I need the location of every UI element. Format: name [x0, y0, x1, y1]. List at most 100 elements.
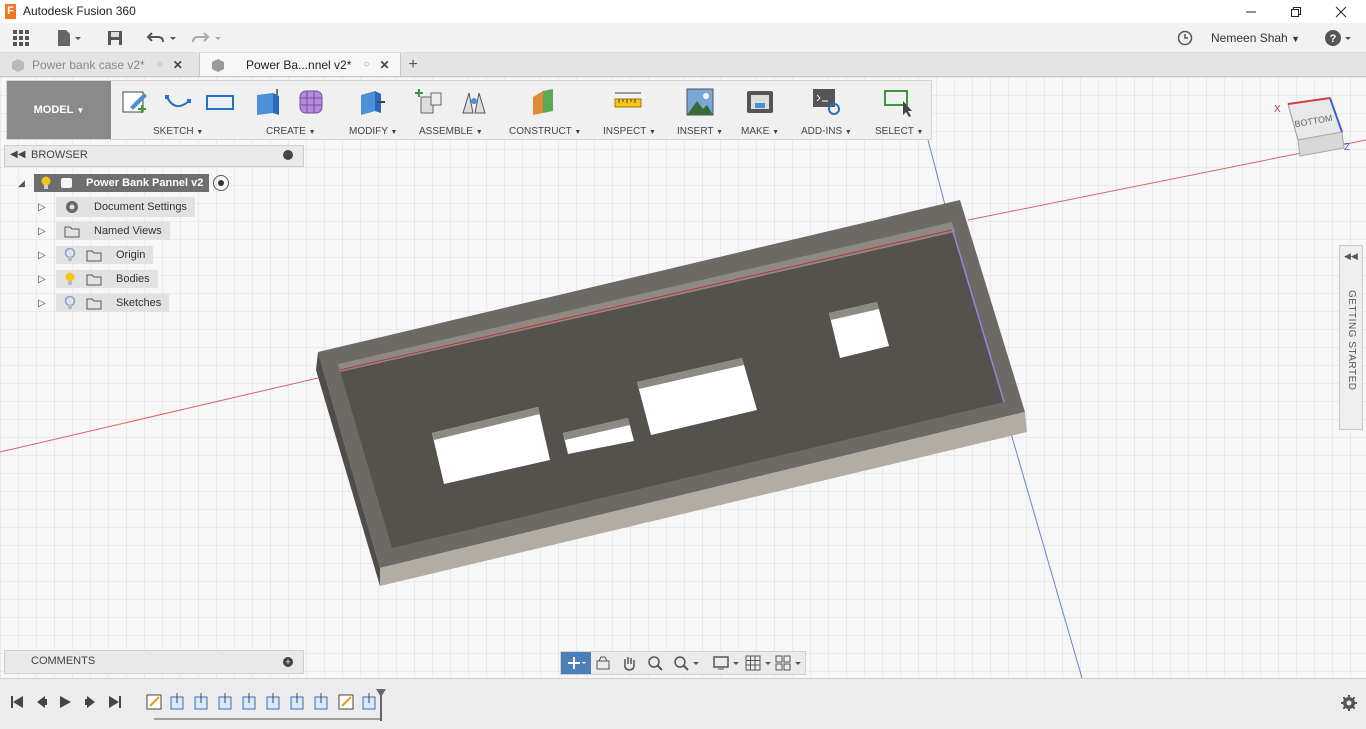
- undo-button[interactable]: [144, 23, 180, 52]
- display-settings-button[interactable]: [713, 655, 741, 674]
- close-window-button[interactable]: [1318, 0, 1364, 23]
- app-logo: F: [5, 4, 16, 19]
- clock-icon: [1177, 30, 1193, 45]
- expand-arrow-icon[interactable]: ▷: [38, 274, 56, 285]
- select-group[interactable]: SELECT ▼: [869, 81, 929, 139]
- folder-icon: [86, 274, 102, 286]
- pan-button[interactable]: [621, 655, 637, 674]
- expand-arrow-icon[interactable]: ◢: [18, 178, 34, 189]
- create-label: CREATE: [266, 126, 306, 137]
- step-forward-button[interactable]: [84, 695, 98, 712]
- folder-icon: [86, 250, 102, 262]
- line-icon: [165, 95, 191, 108]
- look-at-icon: [596, 656, 610, 670]
- comments-panel[interactable]: COMMENTS +: [4, 650, 304, 674]
- view-cube[interactable]: X Z BOTTOM: [1268, 92, 1358, 162]
- skip-back-icon: [11, 696, 23, 708]
- restore-icon: [1291, 6, 1301, 17]
- timeline-extrude-icon[interactable]: [266, 693, 280, 710]
- expand-arrow-icon[interactable]: ▷: [38, 202, 56, 213]
- create-sketch-icon: [122, 91, 147, 113]
- minimize-button[interactable]: [1228, 0, 1274, 23]
- data-panel-button[interactable]: [8, 23, 34, 52]
- file-menu-button[interactable]: [52, 23, 86, 52]
- timeline-extrude-icon[interactable]: [314, 693, 328, 710]
- timeline-sketch-icon[interactable]: [338, 694, 354, 710]
- timeline-sketch-icon[interactable]: [146, 694, 162, 710]
- expand-arrow-icon[interactable]: ▷: [38, 226, 56, 237]
- undo-icon: [146, 31, 176, 42]
- sketch-group[interactable]: SKETCH ▼: [115, 81, 241, 139]
- grid-settings-button[interactable]: [745, 655, 773, 674]
- save-button[interactable]: [104, 23, 126, 52]
- browser-item-named-views[interactable]: ▷ Named Views: [38, 221, 170, 241]
- collapse-panel-icon[interactable]: ◀◀: [10, 149, 25, 160]
- timeline-settings-button[interactable]: [1340, 694, 1358, 715]
- lightbulb-icon[interactable]: [64, 248, 76, 262]
- browser-root-row[interactable]: ◢ Power Bank Pannel v2: [18, 173, 230, 193]
- browser-item-document-settings[interactable]: ▷ Document Settings: [38, 197, 195, 217]
- go-to-end-button[interactable]: [108, 695, 122, 712]
- redo-button[interactable]: [188, 23, 224, 52]
- step-back-button[interactable]: [34, 695, 48, 712]
- add-comment-icon[interactable]: +: [283, 657, 293, 667]
- expand-arrow-icon[interactable]: ▷: [38, 250, 56, 261]
- timeline-extrude-icon[interactable]: [362, 693, 376, 710]
- select-icon: [884, 90, 912, 117]
- tree-label: Origin: [116, 249, 146, 261]
- play-button[interactable]: [58, 695, 72, 712]
- timeline-extrude-icon[interactable]: [290, 693, 304, 710]
- lightbulb-icon[interactable]: [64, 272, 76, 286]
- construct-group[interactable]: CONSTRUCT ▼: [503, 81, 585, 139]
- timeline-features[interactable]: [144, 687, 394, 723]
- hand-icon: [624, 657, 635, 671]
- getting-started-label: GETTING STARTED: [1346, 290, 1357, 391]
- browser-panel-header[interactable]: ◀◀ BROWSER: [4, 145, 304, 167]
- timeline-extrude-icon[interactable]: [242, 693, 256, 710]
- step-forward-icon: [85, 696, 95, 708]
- rectangle-icon: [206, 95, 234, 110]
- plus-icon: +: [408, 55, 418, 73]
- assemble-group[interactable]: ASSEMBLE ▼: [411, 81, 493, 139]
- make-group[interactable]: MAKE ▼: [737, 81, 787, 139]
- workspace-switcher[interactable]: MODEL ▼: [7, 81, 111, 139]
- inspect-group[interactable]: INSPECT ▼: [597, 81, 661, 139]
- activate-component-icon[interactable]: [213, 175, 230, 191]
- look-at-button[interactable]: [595, 655, 611, 674]
- skip-forward-icon: [109, 696, 121, 708]
- axis-x-label: X: [1274, 104, 1281, 115]
- browser-item-origin[interactable]: ▷ Origin: [38, 245, 154, 265]
- user-menu[interactable]: Nemeen Shah ▼: [1211, 31, 1300, 45]
- close-tab-icon[interactable]: ✕: [379, 58, 389, 72]
- timeline-marker[interactable]: [376, 689, 386, 721]
- lightbulb-icon[interactable]: [64, 296, 76, 310]
- browser-item-sketches[interactable]: ▷ Sketches: [38, 293, 170, 313]
- fit-button[interactable]: [673, 655, 701, 674]
- browser-item-bodies[interactable]: ▷ Bodies: [38, 269, 158, 289]
- help-button[interactable]: ?: [1322, 23, 1356, 52]
- insert-label: INSERT: [677, 126, 714, 137]
- restore-button[interactable]: [1273, 0, 1319, 23]
- lightbulb-icon[interactable]: [40, 176, 52, 190]
- expand-panel-icon[interactable]: ◀◀: [1344, 251, 1358, 262]
- add-ins-group[interactable]: ADD-INS ▼: [797, 81, 859, 139]
- tab-power-bank-case[interactable]: Power bank case v2* ○ ✕: [0, 53, 198, 76]
- browser-minimize-icon[interactable]: [283, 150, 293, 160]
- zoom-button[interactable]: [647, 655, 663, 674]
- timeline-extrude-icon[interactable]: [194, 693, 208, 710]
- go-to-start-button[interactable]: [10, 695, 24, 712]
- tab-power-bank-pannel[interactable]: Power Ba...nnel v2* ○ ✕: [199, 53, 401, 76]
- viewports-button[interactable]: [775, 655, 803, 674]
- timeline-extrude-icon[interactable]: [218, 693, 232, 710]
- job-status-button[interactable]: [1174, 23, 1196, 52]
- insert-group[interactable]: INSERT ▼: [671, 81, 731, 139]
- canvas-viewport[interactable]: [0, 77, 1366, 678]
- close-tab-icon[interactable]: ✕: [173, 58, 183, 72]
- extrude-icon: [257, 89, 279, 115]
- modify-group[interactable]: MODIFY ▼: [343, 81, 405, 139]
- expand-arrow-icon[interactable]: ▷: [38, 298, 56, 309]
- create-group[interactable]: CREATE ▼: [247, 81, 337, 139]
- timeline-extrude-icon[interactable]: [170, 693, 184, 710]
- new-tab-button[interactable]: +: [404, 53, 422, 76]
- orbit-button[interactable]: [561, 652, 591, 674]
